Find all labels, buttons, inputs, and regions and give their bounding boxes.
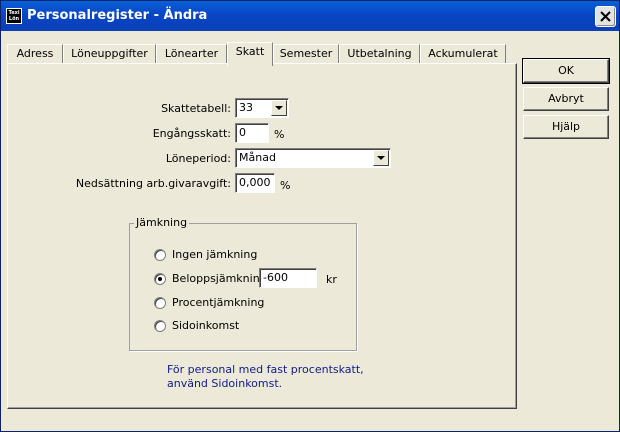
info-note-line2: använd Sidoinkomst. [167, 377, 283, 390]
cancel-button[interactable]: Avbryt [523, 87, 609, 111]
belopp-field[interactable]: -600 [259, 268, 317, 288]
app-icon-text-bottom: Lön [8, 16, 20, 22]
radio-beloppsjamkning-label[interactable]: Beloppsjämkning [172, 272, 267, 285]
tab-loneuppgifter[interactable]: Löneuppgifter [63, 44, 156, 64]
engangsskatt-field[interactable]: 0 [235, 123, 269, 143]
tab-label: Ackumulerat [428, 47, 498, 60]
title-bar[interactable]: Texi Lön Personalregister - Ändra [1, 1, 619, 31]
belopp-unit: kr [326, 273, 337, 286]
chevron-down-icon [377, 156, 385, 160]
loneperiod-dropdown-button[interactable] [373, 150, 389, 166]
app-icon[interactable]: Texi Lön [6, 8, 22, 24]
info-note-line1: För personal med fast procentskatt, [167, 363, 364, 376]
radio-beloppsjamkning[interactable] [154, 273, 166, 285]
nedsattning-label: Nedsättning arb.givaravgift: [75, 177, 231, 190]
engangsskatt-value: 0 [239, 126, 246, 139]
skattetabell-label: Skattetabell: [161, 102, 231, 115]
tab-label: Löneuppgifter [71, 47, 148, 60]
radio-ingen-jamkning-label[interactable]: Ingen jämkning [172, 248, 257, 261]
nedsattning-unit: % [280, 179, 291, 192]
tab-semester[interactable]: Semester [273, 44, 339, 64]
tab-label: Skatt [235, 45, 265, 58]
window-title: Personalregister - Ändra [27, 8, 208, 23]
close-icon [600, 11, 611, 22]
radio-procentjamkning-label[interactable]: Procentjämkning [172, 296, 264, 309]
ok-button[interactable]: OK [522, 58, 610, 84]
loneperiod-value: Månad [239, 151, 276, 164]
tab-skatt[interactable]: Skatt [227, 42, 273, 66]
tab-ackumulerat[interactable]: Ackumulerat [420, 44, 506, 64]
nedsattning-value: 0,000 [239, 176, 271, 189]
nedsattning-field[interactable]: 0,000 [235, 173, 275, 193]
radio-sidoinkomst-label[interactable]: Sidoinkomst [172, 319, 239, 332]
jamkning-groupbox [129, 223, 357, 351]
tab-label: Lönearter [164, 47, 219, 60]
close-button[interactable] [595, 6, 616, 27]
tab-label: Semester [279, 47, 333, 60]
loneperiod-select[interactable]: Månad [235, 148, 391, 168]
radio-ingen-jamkning[interactable] [154, 249, 166, 261]
tab-label: Adress [16, 47, 54, 60]
radio-sidoinkomst[interactable] [154, 320, 166, 332]
jamkning-title: Jämkning [134, 216, 190, 229]
tab-lonearter[interactable]: Lönearter [156, 44, 227, 64]
tab-adress[interactable]: Adress [7, 44, 63, 64]
belopp-value: -600 [263, 271, 288, 284]
tab-utbetalning[interactable]: Utbetalning [339, 44, 420, 64]
chevron-down-icon [275, 106, 283, 110]
skattetabell-value: 33 [239, 101, 253, 114]
dialog-window: Texi Lön Personalregister - Ändra Adress… [0, 0, 620, 432]
engangsskatt-label: Engångsskatt: [152, 127, 231, 140]
tab-label: Utbetalning [347, 47, 412, 60]
engangsskatt-unit: % [274, 128, 285, 141]
skattetabell-dropdown-button[interactable] [271, 100, 287, 116]
info-note: För personal med fast procentskatt, anvä… [167, 363, 364, 391]
loneperiod-label: Löneperiod: [165, 152, 231, 165]
help-button[interactable]: Hjälp [523, 115, 609, 139]
radio-procentjamkning[interactable] [154, 297, 166, 309]
